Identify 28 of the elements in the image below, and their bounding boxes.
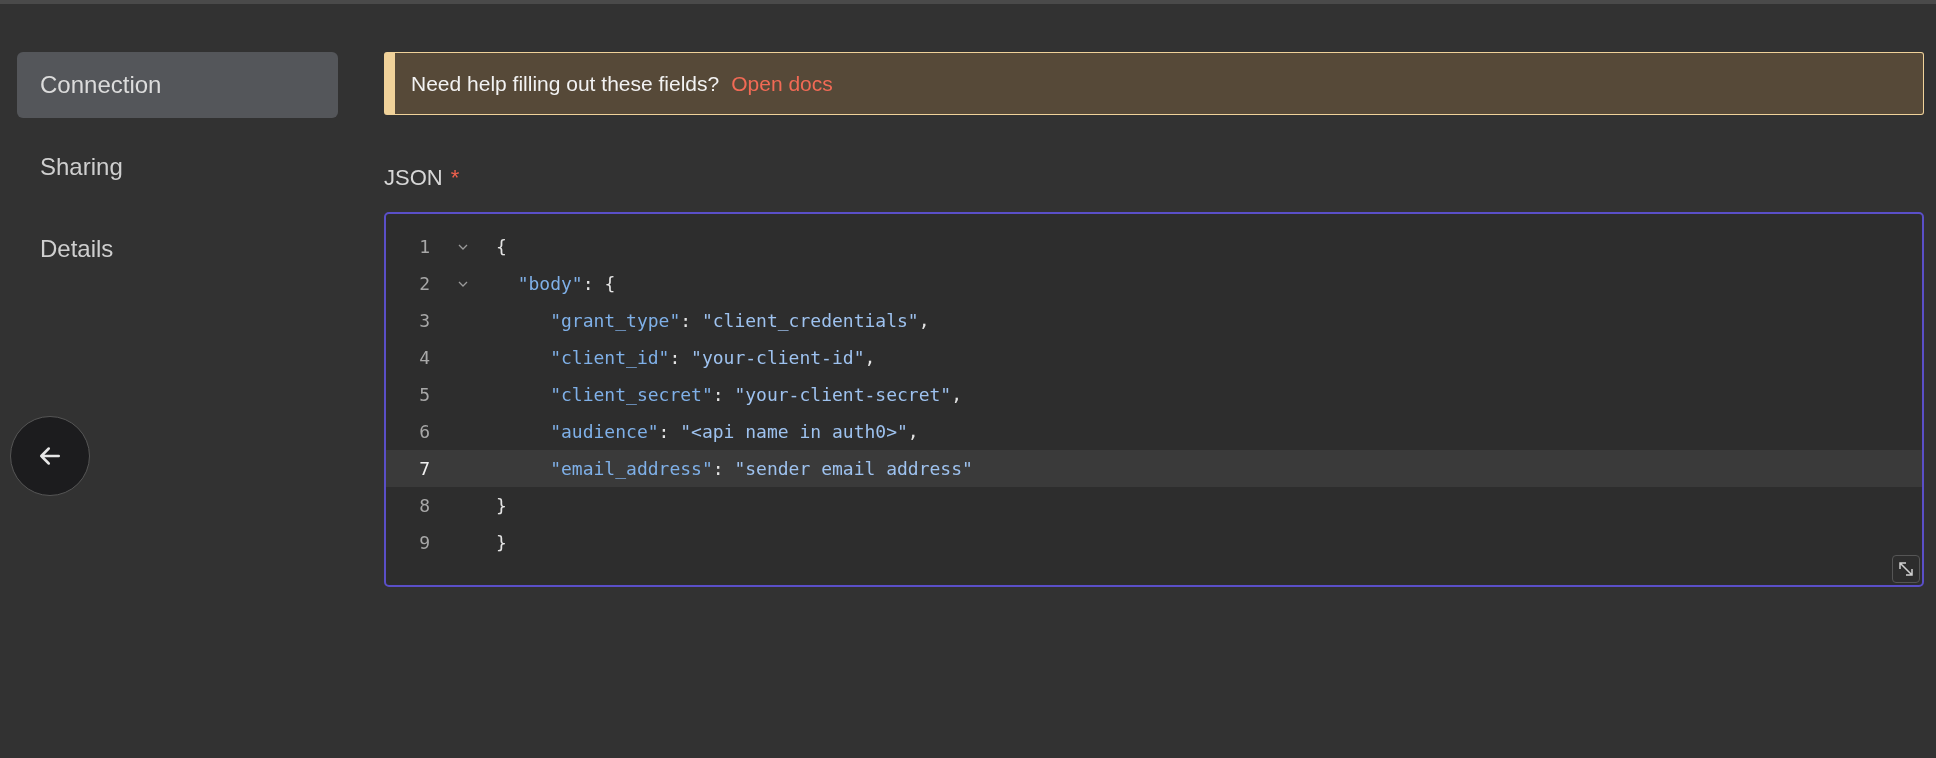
field-label: JSON <box>384 164 443 192</box>
sidebar-item[interactable]: Sharing <box>17 134 338 200</box>
code-line: { <box>496 235 507 259</box>
sidebar-item[interactable]: Connection <box>17 52 338 118</box>
code-line: } <box>496 494 507 518</box>
code-line: "body": { <box>516 272 616 296</box>
line-number: 9 <box>418 531 430 555</box>
line-number: 1 <box>418 235 430 259</box>
code-line: "client_id": "your-client-id", <box>549 346 876 370</box>
line-number: 6 <box>418 420 430 444</box>
chevron-down-icon[interactable] <box>458 280 468 287</box>
required-mark: * <box>450 164 460 192</box>
code-line: "email_address": "sender email address" <box>549 457 973 481</box>
line-number: 5 <box>418 383 430 407</box>
line-number: 4 <box>418 346 430 370</box>
code-line: "client_secret": "your-client-secret", <box>549 383 963 407</box>
code-line: "audience": "<api name in auth0>", <box>549 420 919 444</box>
resize-icon <box>1898 561 1914 577</box>
line-number: 7 <box>418 457 430 481</box>
chevron-down-icon[interactable] <box>458 243 468 250</box>
banner-text: Need help filling out these fields? <box>411 70 720 97</box>
line-number: 2 <box>418 272 430 296</box>
expand-button[interactable] <box>1892 555 1920 583</box>
code-line: } <box>496 531 507 555</box>
code-line: "grant_type": "client_credentials", <box>549 309 930 333</box>
sidebar-item[interactable]: Details <box>17 216 338 282</box>
line-number: 8 <box>418 494 430 518</box>
line-number: 3 <box>418 309 430 333</box>
